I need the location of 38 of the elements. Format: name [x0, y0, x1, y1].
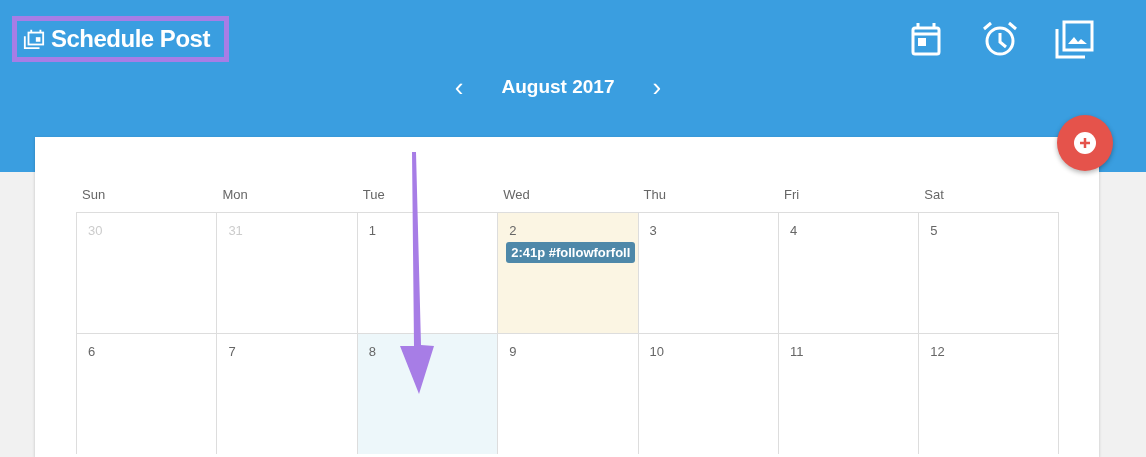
day-cell[interactable]: 3 — [637, 212, 778, 333]
weekday-label: Thu — [643, 187, 666, 202]
day-number: 2 — [509, 223, 517, 238]
day-cell[interactable]: 4 — [777, 212, 919, 333]
day-number: 1 — [368, 223, 376, 238]
day-cell[interactable]: 6 — [76, 333, 217, 454]
month-label: August 2017 — [501, 76, 615, 98]
day-cell[interactable]: 2 2:41p #followforfoll — [497, 212, 638, 333]
weekday-label: Sun — [82, 187, 106, 202]
plus-icon — [1074, 132, 1096, 154]
day-cell[interactable]: 12 — [918, 333, 1059, 454]
image-gallery-icon[interactable] — [1054, 19, 1094, 59]
day-cell[interactable]: 11 — [777, 333, 919, 454]
day-cell[interactable]: 9 — [497, 333, 638, 454]
day-cell[interactable]: 5 — [918, 212, 1059, 333]
day-number: 8 — [368, 344, 376, 359]
day-number: 9 — [509, 344, 517, 359]
day-number: 10 — [649, 344, 665, 359]
weekday-label: Sat — [924, 187, 944, 202]
day-cell[interactable]: 7 — [216, 333, 357, 454]
day-number: 5 — [930, 223, 938, 238]
weekday-label: Wed — [503, 187, 530, 202]
calendar-stack-icon — [23, 28, 45, 50]
day-number: 7 — [228, 344, 236, 359]
day-number: 4 — [789, 223, 798, 238]
weekday-label: Fri — [783, 187, 800, 202]
previous-month-button[interactable]: ‹ — [454, 74, 464, 100]
day-number: 11 — [789, 344, 804, 359]
day-number: 6 — [88, 344, 96, 359]
weekday-label: Tue — [362, 187, 385, 202]
day-number: 3 — [649, 223, 657, 238]
day-number: 12 — [930, 344, 945, 359]
page-title: Schedule Post — [51, 25, 210, 53]
day-cell[interactable]: 10 — [637, 333, 778, 454]
weekday-label: Mon — [222, 187, 248, 202]
day-cell[interactable]: 8 — [356, 333, 498, 454]
event-chip[interactable]: 2:41p #followforfoll — [506, 242, 636, 263]
next-month-button[interactable]: › — [652, 74, 662, 100]
